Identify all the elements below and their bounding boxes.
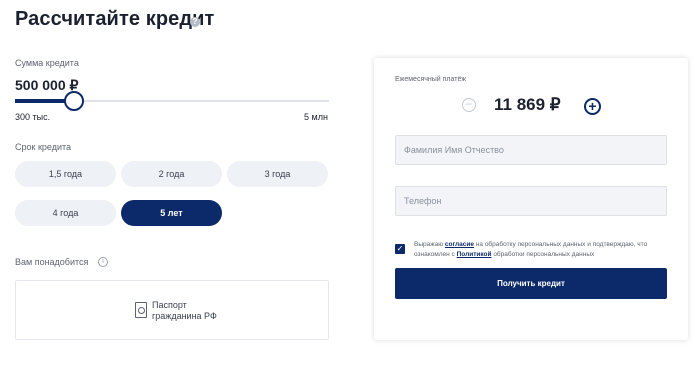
increase-button[interactable]: + [584, 98, 601, 115]
help-icon[interactable]: ? [190, 17, 200, 27]
amount-slider-thumb[interactable] [64, 91, 84, 111]
get-loan-button[interactable]: Получить кредит [395, 268, 667, 299]
page-title: Рассчитайте кредит [15, 8, 215, 30]
term-option-1-5[interactable]: 1,5 года [15, 161, 116, 187]
decrease-button[interactable]: − [462, 98, 476, 112]
requirements-label: Вам понадобится [15, 257, 89, 267]
term-option-2[interactable]: 2 года [121, 161, 222, 187]
application-card: Ежемесячный платёж − 11 869 ₽ + ✓ Выража… [374, 58, 688, 340]
consent-text-after: обработки персональных данных [491, 251, 595, 258]
document-card: Паспорт гражданина РФ [15, 280, 329, 340]
document-line-2: гражданина РФ [152, 311, 217, 321]
consent-link[interactable]: согласие [445, 241, 474, 248]
range-max-label: 5 млн [304, 112, 328, 122]
term-option-4[interactable]: 4 года [15, 200, 116, 226]
document-line-1: Паспорт [152, 300, 187, 310]
consent-text-before: Выражаю [414, 241, 445, 248]
passport-icon [135, 302, 147, 318]
info-icon[interactable]: i [98, 257, 108, 267]
term-option-3[interactable]: 3 года [227, 161, 328, 187]
range-min-label: 300 тыс. [15, 112, 51, 122]
term-label: Срок кредита [15, 142, 72, 152]
policy-link[interactable]: Политикой [457, 251, 492, 258]
phone-field[interactable] [395, 186, 667, 216]
full-name-field[interactable] [395, 135, 667, 165]
amount-label: Сумма кредита [15, 58, 79, 68]
consent-checkbox[interactable]: ✓ [395, 244, 405, 254]
consent-text: Выражаю согласие на обработку персональн… [414, 240, 669, 260]
term-option-5[interactable]: 5 лет [121, 200, 222, 226]
monthly-payment-value: 11 869 ₽ [494, 95, 561, 114]
monthly-payment-label: Ежемесячный платёж [395, 76, 467, 83]
document-text: Паспорт гражданина РФ [152, 300, 242, 322]
